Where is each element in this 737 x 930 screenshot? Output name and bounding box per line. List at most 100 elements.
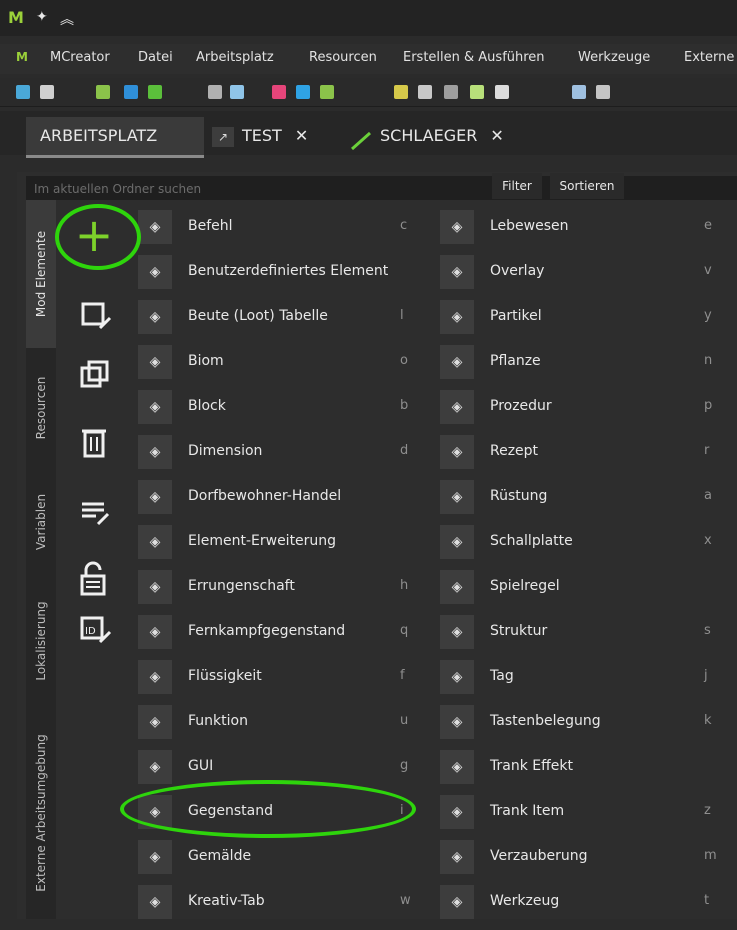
mcreator-logo: M [8,8,24,27]
search-input[interactable] [32,176,486,202]
image-icon[interactable] [148,85,162,99]
chevrons-up-icon[interactable]: ︽ [60,9,74,29]
pin-icon[interactable]: ✦ [36,9,48,25]
sound-icon[interactable] [495,85,509,99]
vtab-externe-arbeitsumgebung[interactable]: Externe Arbeitsumgebung [26,706,56,919]
close-icon[interactable]: ✕ [295,126,308,145]
list-item-shortcut: c [400,218,408,233]
lock-icon[interactable] [74,560,114,600]
tab-arbeitsplatz[interactable]: ARBEITSPLATZ [26,117,204,158]
list-item[interactable]: ◈ Block b [138,390,438,435]
workspace-icon[interactable] [16,85,30,99]
list-item-shortcut: a [704,488,712,503]
list-item[interactable]: ◈ Rüstung a [440,480,737,525]
link-icon[interactable] [596,85,610,99]
list-item[interactable]: ◈ Overlay v [440,255,737,300]
code-edit-icon[interactable] [74,492,114,532]
tab-bar: ARBEITSPLATZ ↗ TEST ✕ SCHLAEGER ✕ [0,111,737,158]
keybind-icon: ◈ [440,705,474,739]
list-item[interactable]: ◈ Spielregel [440,570,737,615]
list-item[interactable]: ◈ Partikel y [440,300,737,345]
list-item[interactable]: ◈ Beute (Loot) Tabelle l [138,300,438,345]
menu-item-resourcen[interactable]: Resourcen [309,50,377,65]
list-item[interactable]: ◈ Pflanze n [440,345,737,390]
sort-button[interactable]: Sortieren [550,173,624,199]
menu-item-erstellen[interactable]: Erstellen & Ausführen [403,50,545,65]
list-item[interactable]: ◈ Verzauberung m [440,840,737,885]
filter-button[interactable]: Filter [492,173,542,199]
list-item[interactable]: ◈ Tastenbelegung k [440,705,737,750]
tab-schlaeger[interactable]: SCHLAEGER ✕ [350,117,540,155]
delete-element-icon[interactable] [74,422,114,462]
tab-label: ARBEITSPLATZ [40,126,158,145]
list-item-label: Gemälde [188,848,252,864]
title-bar: M ✦ ︽ [0,0,737,36]
list-item[interactable]: ◈ Befehl c [138,210,438,255]
share-icon[interactable] [124,85,138,99]
menu-item-werkzeuge[interactable]: Werkzeuge [578,50,650,65]
list-item[interactable]: ◈ Schallplatte x [440,525,737,570]
list-item-label: Lebewesen [490,218,569,234]
list-item-shortcut: u [400,713,409,728]
list-item[interactable]: ◈ Fernkampfgegenstand q [138,615,438,660]
vtab-lokalisierung[interactable]: Lokalisierung [26,576,56,706]
grid-green-icon[interactable] [320,85,334,99]
menu-item-arbeitsplatz[interactable]: Arbeitsplatz [196,50,274,65]
window-icon[interactable] [40,85,54,99]
list-item-label: Overlay [490,263,545,279]
list-item[interactable]: ◈ Gemälde [138,840,438,885]
variables-icon[interactable] [572,85,586,99]
animation-icon[interactable] [444,85,458,99]
list-item[interactable]: ◈ Trank Effekt [440,750,737,795]
menu-item-datei[interactable]: Datei [138,50,173,65]
menu-item-mcreator[interactable]: MCreator [50,50,110,65]
armor-icon: ◈ [440,480,474,514]
grid-red-icon[interactable] [272,85,286,99]
build-icon[interactable] [230,85,244,99]
list-item[interactable]: ◈ Biom o [138,345,438,390]
living-entity-icon: ◈ [440,210,474,244]
list-item-label: Pflanze [490,353,541,369]
menu-bar: M MCreator Datei Arbeitsplatz Resourcen … [0,44,737,74]
import-icon[interactable] [96,85,110,99]
list-item-shortcut: v [704,263,712,278]
list-item-label: Block [188,398,226,414]
structure-toolbar-icon[interactable] [470,85,484,99]
model-icon[interactable] [418,85,432,99]
block-icon: ◈ [138,390,172,424]
vtab-resourcen[interactable]: Resourcen [26,348,56,468]
list-item[interactable]: ◈ Tag j [440,660,737,705]
close-icon[interactable]: ✕ [490,126,503,145]
list-item[interactable]: ◈ Rezept r [440,435,737,480]
edit-element-icon[interactable] [74,296,114,336]
list-item[interactable]: ◈ Dimension d [138,435,438,480]
list-item[interactable]: ◈ Lebewesen e [440,210,737,255]
export-icon[interactable] [208,85,222,99]
id-edit-icon[interactable]: ID [74,610,114,650]
tab-test[interactable]: ↗ TEST ✕ [212,117,337,155]
vtab-variablen[interactable]: Variablen [26,468,56,576]
vtab-mod-elemente[interactable]: Mod Elemente [26,200,56,348]
list-item[interactable]: ◈ Benutzerdefiniertes Element [138,255,438,300]
list-item[interactable]: ◈ Dorfbewohner-Handel [138,480,438,525]
list-item-shortcut: l [400,308,404,323]
list-item[interactable]: ◈ Trank Item z [440,795,737,840]
tab-label: SCHLAEGER [380,126,478,145]
list-item[interactable]: ◈ Flüssigkeit f [138,660,438,705]
grid-blue-icon[interactable] [296,85,310,99]
menu-item-externe[interactable]: Externe [684,50,734,65]
list-item[interactable]: ◈ Funktion u [138,705,438,750]
resource-icon[interactable] [394,85,408,99]
list-item-label: Rezept [490,443,539,459]
duplicate-element-icon[interactable] [74,356,114,396]
list-item[interactable]: ◈ Kreativ-Tab w [138,885,438,930]
list-item[interactable]: ◈ Prozedur p [440,390,737,435]
list-item[interactable]: ◈ Struktur s [440,615,737,660]
tool-icon: ◈ [440,885,474,919]
list-item[interactable]: ◈ Werkzeug t [440,885,737,930]
recipe-icon: ◈ [440,435,474,469]
list-item-label: Partikel [490,308,542,324]
list-item-shortcut: w [400,893,411,908]
list-item[interactable]: ◈ Errungenschaft h [138,570,438,615]
list-item[interactable]: ◈ Element-Erweiterung [138,525,438,570]
